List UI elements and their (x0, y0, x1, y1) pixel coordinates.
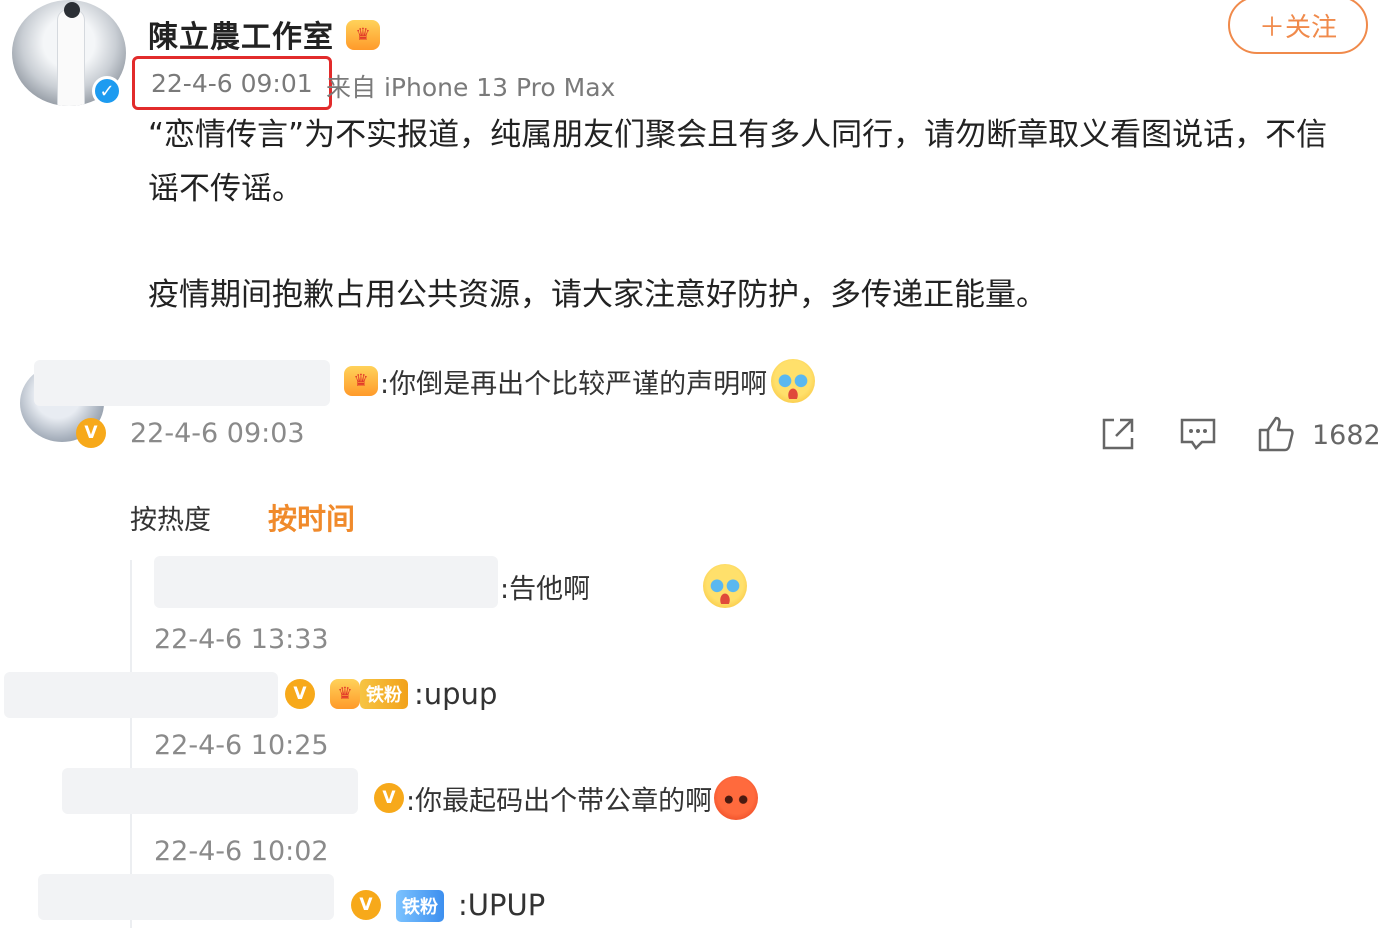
reply-3-text: :你最起码出个带公章的啊 (406, 785, 713, 817)
reply-2-timestamp: 22-4-6 10:25 (154, 730, 329, 761)
post-timestamp-text: 22-4-6 09:01 (151, 68, 313, 98)
comment-icon[interactable] (1178, 414, 1218, 462)
v-badge-icon: V (76, 418, 106, 448)
commenter-name-blurred[interactable] (34, 360, 330, 406)
tab-sort-hot[interactable]: 按热度 (130, 498, 211, 537)
avatar-figure (58, 10, 84, 106)
crown-badge-icon: ♛ (344, 366, 378, 396)
angry-emoji-icon (714, 776, 759, 820)
reply-name-blurred[interactable] (62, 768, 358, 814)
post-text-line1: “恋情传言”为不实报道，纯属朋友们聚会且有多人同行，请勿断章取义看图说话，不信 (148, 117, 1328, 153)
like-count: 1682 (1312, 420, 1378, 451)
crying-emoji-icon (703, 564, 747, 608)
tab-sort-time[interactable]: 按时间 (268, 496, 355, 538)
post-timestamp[interactable]: 22-4-6 09:01 (132, 56, 332, 110)
like-icon[interactable] (1256, 414, 1296, 462)
reply-name-blurred[interactable] (154, 556, 498, 608)
reply-1-text: :告他啊 (500, 573, 591, 605)
iron-fan-badge: 铁粉 (396, 890, 444, 922)
crown-badge-icon: ♛ (330, 679, 360, 709)
v-badge-icon: V (285, 679, 315, 709)
reply-2-text: :upup (414, 677, 498, 711)
avatar-head (64, 2, 80, 18)
crown-badge-icon: ♛ (346, 20, 380, 50)
author-name[interactable]: 陳立農工作室 (148, 12, 334, 56)
reply-4-text: :UPUP (458, 888, 546, 922)
v-badge-icon: V (374, 783, 404, 813)
share-icon[interactable] (1098, 414, 1138, 462)
post-text-line3: 疫情期间抱歉占用公共资源，请大家注意好防护，多传递正能量。 (148, 277, 1047, 313)
top-comment-timestamp: 22-4-6 09:03 (130, 418, 305, 449)
top-comment-text-row: ♛ :你倒是再出个比较严谨的声明啊 (344, 358, 816, 404)
post-text-line2: 谣不传谣。 (148, 171, 303, 207)
top-comment-text: :你倒是再出个比较严谨的声明啊 (380, 368, 768, 400)
reply-1-text-row: :告他啊 (500, 563, 590, 609)
verified-badge-icon: ✓ (92, 76, 122, 106)
reply-name-blurred[interactable] (38, 874, 334, 920)
crying-emoji-icon (771, 359, 816, 403)
v-badge-icon: V (351, 890, 381, 920)
reply-thread-line (130, 560, 132, 928)
follow-button[interactable]: ＋关注 (1228, 0, 1368, 54)
reply-name-blurred[interactable] (4, 672, 278, 718)
reply-1-timestamp: 22-4-6 13:33 (154, 624, 329, 655)
reply-3-text-row: V :你最起码出个带公章的啊 (374, 775, 759, 821)
iron-fan-badge: 铁粉 (360, 679, 408, 709)
post-source: 来自 iPhone 13 Pro Max (326, 73, 616, 102)
reply-3-timestamp: 22-4-6 10:02 (154, 836, 329, 867)
